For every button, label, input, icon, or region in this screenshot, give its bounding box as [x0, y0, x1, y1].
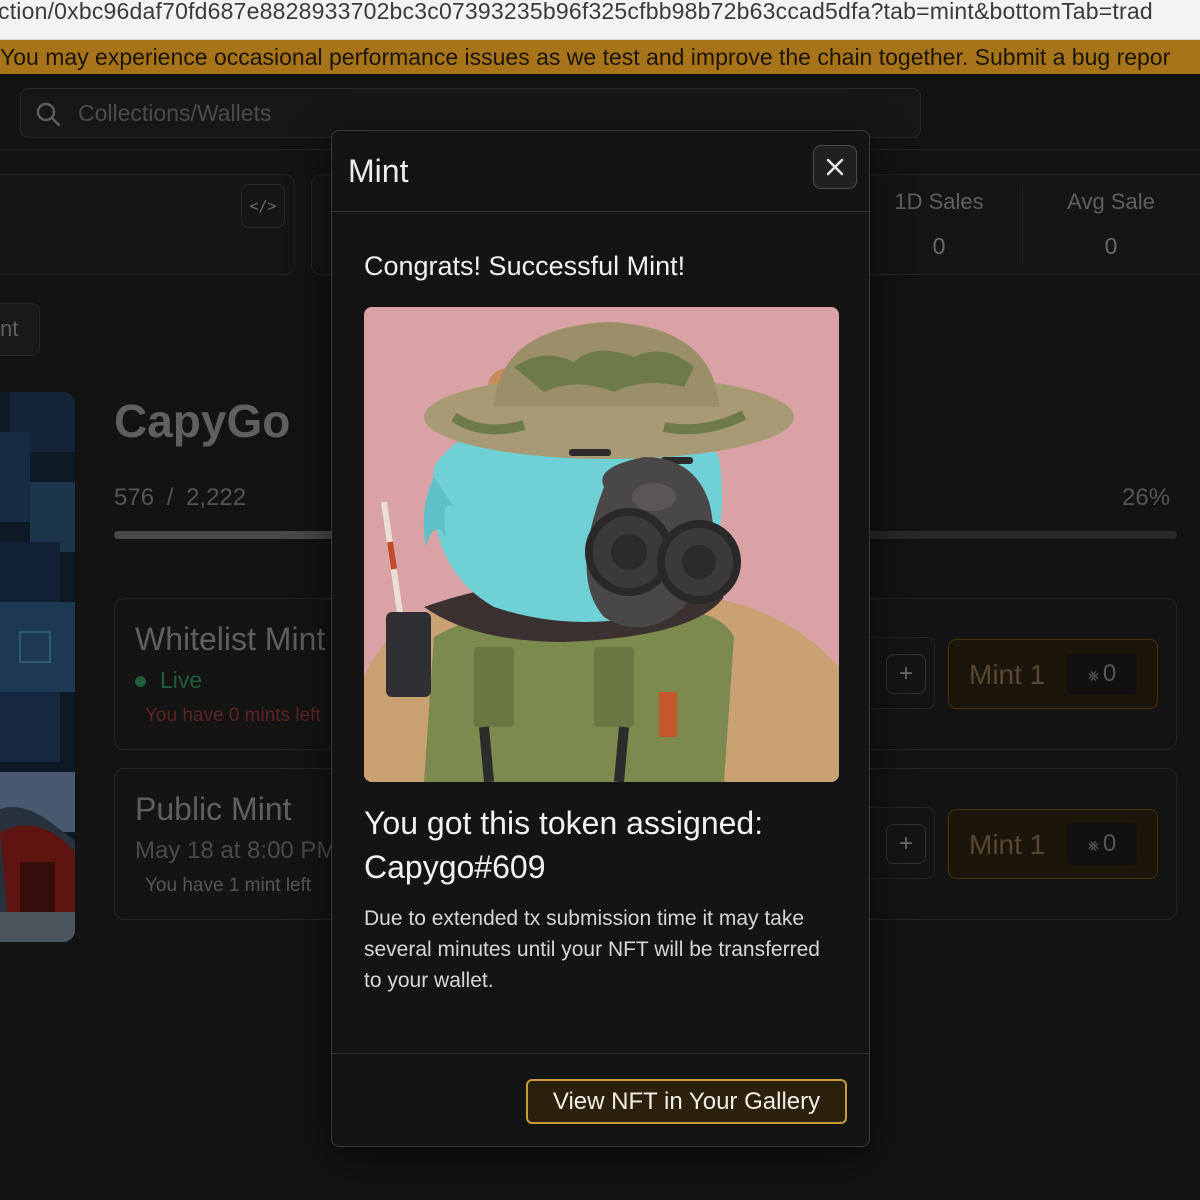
success-heading: Congrats! Successful Mint!	[364, 251, 686, 281]
modal-title: Mint	[348, 153, 409, 189]
transfer-note: Due to extended tx submission time it ma…	[364, 907, 820, 992]
close-icon	[826, 158, 844, 176]
token-id: Capygo#609	[364, 849, 546, 885]
browser-url-bar[interactable]: ction/0xbc96daf70fd687e8828933702bc3c073…	[0, 0, 1200, 40]
modal-header: Mint	[332, 131, 869, 212]
nft-image	[364, 307, 839, 782]
view-gallery-button[interactable]: View NFT in Your Gallery	[526, 1079, 847, 1124]
token-assigned-text: You got this token assigned:	[364, 805, 764, 841]
mint-success-modal: Mint Congrats! Successful Mint! You got …	[331, 130, 870, 1147]
notice-banner: You may experience occasional performanc…	[0, 40, 1200, 74]
close-button[interactable]	[813, 145, 857, 189]
notice-banner-text: You may experience occasional performanc…	[0, 44, 1171, 70]
modal-footer-divider	[332, 1053, 869, 1054]
url-text[interactable]: ction/0xbc96daf70fd687e8828933702bc3c073…	[0, 0, 1153, 25]
